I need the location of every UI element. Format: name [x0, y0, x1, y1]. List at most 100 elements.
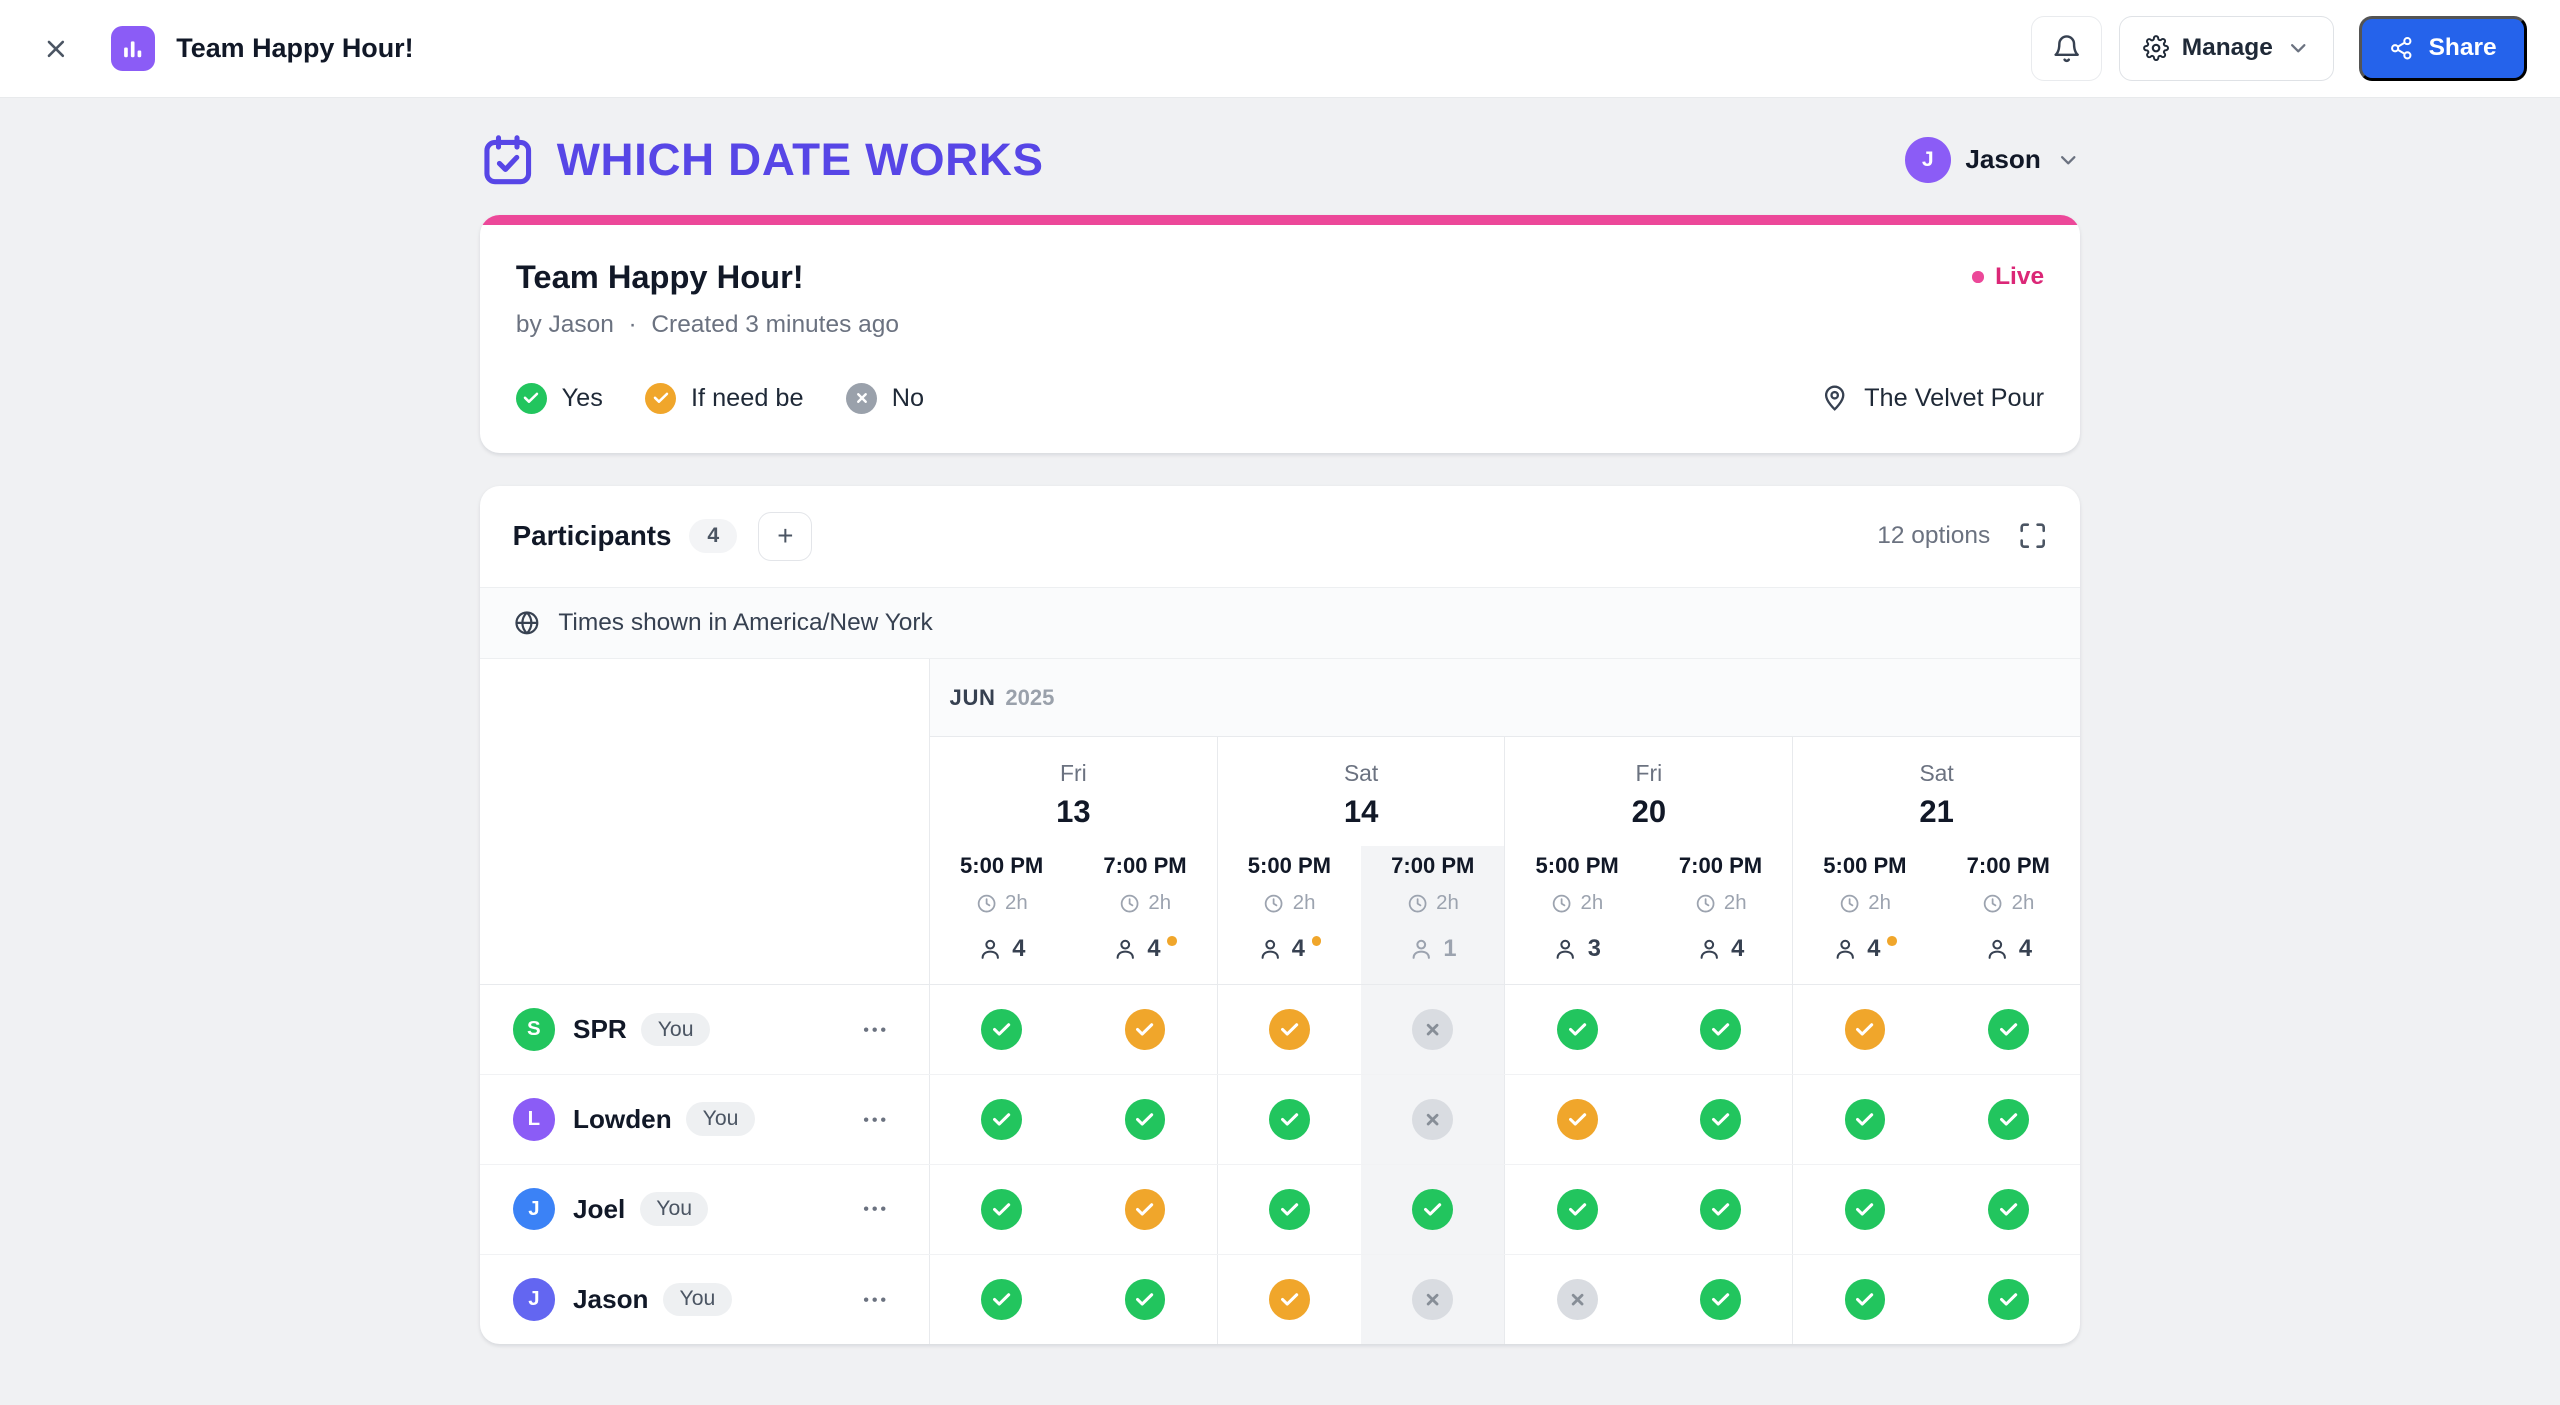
vote-yes-icon	[1988, 1009, 2029, 1050]
share-icon	[2389, 36, 2413, 60]
timeslot-header[interactable]: 5:00 PM 2h 4	[1218, 846, 1361, 984]
row-menu-button[interactable]	[860, 1105, 889, 1134]
timeslot-header[interactable]: 5:00 PM 2h 4	[930, 846, 1073, 984]
row-menu-button[interactable]	[860, 1015, 889, 1044]
vote-cell[interactable]	[930, 1255, 1073, 1345]
vote-maybe-icon	[1269, 1009, 1310, 1050]
vote-cell[interactable]	[1361, 1165, 1505, 1254]
timeslot-header[interactable]: 7:00 PM 2h 1	[1361, 846, 1505, 984]
slot-duration: 2h	[1407, 892, 1459, 915]
vote-cell[interactable]	[930, 1075, 1073, 1164]
vote-no-icon	[1557, 1279, 1598, 1320]
vote-cell[interactable]	[1649, 1075, 1793, 1164]
vote-no-icon	[1412, 1009, 1453, 1050]
timeslot-header-row: 5:00 PM 2h 4 7:00 PM 2h 4 5:00 PM 2h	[480, 846, 2080, 985]
vote-yes-icon	[1557, 1189, 1598, 1230]
expand-icon[interactable]	[2018, 521, 2047, 550]
vote-cell[interactable]	[1937, 985, 2080, 1074]
vote-cell[interactable]	[1361, 1255, 1505, 1345]
live-status-badge: Live	[1972, 258, 2044, 291]
participant-row: S SPR You	[480, 985, 2080, 1075]
vote-cell[interactable]	[1218, 1165, 1361, 1254]
window-title: Team Happy Hour!	[176, 33, 413, 64]
vote-cell[interactable]	[1937, 1255, 2080, 1345]
clock-icon	[1551, 893, 1572, 914]
vote-cell[interactable]	[1073, 1075, 1217, 1164]
row-menu-button[interactable]	[860, 1194, 889, 1223]
you-badge: You	[663, 1283, 731, 1317]
vote-cell[interactable]	[1649, 985, 1793, 1074]
globe-icon	[513, 609, 541, 637]
vote-cell[interactable]	[1505, 1165, 1648, 1254]
vote-yes-icon	[1845, 1099, 1886, 1140]
vote-cell[interactable]	[1505, 985, 1648, 1074]
clock-icon	[1839, 893, 1860, 914]
vote-maybe-icon	[1845, 1009, 1886, 1050]
vote-cell[interactable]	[1505, 1075, 1648, 1164]
participants-count-badge: 4	[689, 519, 737, 553]
add-participant-button[interactable]: +	[758, 512, 812, 561]
brand: WHICH DATE WORKS	[480, 132, 1044, 188]
legend-no: No	[846, 383, 924, 414]
close-icon[interactable]	[33, 26, 79, 72]
vote-cell[interactable]	[1218, 1255, 1361, 1345]
year-label: 2025	[1005, 685, 1054, 711]
vote-cell[interactable]	[1649, 1255, 1793, 1345]
legend-yes-label: Yes	[562, 384, 603, 413]
vote-cell[interactable]	[930, 985, 1073, 1074]
vote-cell[interactable]	[1218, 985, 1361, 1074]
vote-cell[interactable]	[930, 1165, 1073, 1254]
participant-name: SPR	[573, 1014, 627, 1045]
vote-cell[interactable]	[1361, 1075, 1505, 1164]
person-icon	[1258, 937, 1282, 961]
vote-cell[interactable]	[1793, 1075, 1936, 1164]
vote-cell[interactable]	[1073, 985, 1217, 1074]
clock-icon	[1263, 893, 1284, 914]
participant-info: L Lowden You	[480, 1075, 929, 1164]
clock-icon	[976, 893, 997, 914]
availability-count: 4	[1258, 936, 1322, 963]
page-header: WHICH DATE WORKS J Jason	[480, 98, 2080, 216]
manage-button[interactable]: Manage	[2119, 16, 2334, 81]
vote-cell[interactable]	[1073, 1165, 1217, 1254]
vote-yes-icon	[1700, 1009, 1741, 1050]
vote-cell[interactable]	[1649, 1165, 1793, 1254]
chevron-down-icon	[2056, 148, 2080, 172]
participant-info: S SPR You	[480, 985, 929, 1074]
vote-yes-icon	[981, 1009, 1022, 1050]
vote-yes-icon	[1412, 1189, 1453, 1230]
person-icon	[978, 937, 1002, 961]
vote-yes-icon	[981, 1279, 1022, 1320]
clock-icon	[1982, 893, 2003, 914]
vote-cell[interactable]	[1218, 1075, 1361, 1164]
legend-maybe-label: If need be	[691, 384, 804, 413]
slot-duration: 2h	[1263, 892, 1315, 915]
app-icon	[111, 26, 155, 70]
ellipsis-icon	[860, 1194, 889, 1223]
day-header: Sat 14	[1218, 737, 1506, 846]
topbar-actions: Manage Share	[2031, 16, 2528, 81]
page: WHICH DATE WORKS J Jason Team Happy Hour…	[0, 98, 2560, 1405]
vote-cell[interactable]	[1937, 1165, 2080, 1254]
timeslot-header[interactable]: 5:00 PM 2h 4	[1793, 846, 1936, 984]
person-icon	[1985, 937, 2009, 961]
participant-info: J Jason You	[480, 1255, 929, 1345]
vote-cell[interactable]	[1793, 985, 1936, 1074]
live-dot-icon	[1972, 271, 1983, 282]
timeslot-header[interactable]: 5:00 PM 2h 3	[1505, 846, 1648, 984]
vote-cell[interactable]	[1793, 1165, 1936, 1254]
vote-cell[interactable]	[1793, 1255, 1936, 1345]
user-menu[interactable]: J Jason	[1905, 137, 2080, 183]
vote-cell[interactable]	[1937, 1075, 2080, 1164]
row-menu-button[interactable]	[860, 1285, 889, 1314]
share-button[interactable]: Share	[2359, 16, 2528, 81]
timeslot-header[interactable]: 7:00 PM 2h 4	[1649, 846, 1793, 984]
vote-cell[interactable]	[1073, 1255, 1217, 1345]
vote-yes-icon	[1700, 1099, 1741, 1140]
timeslot-header[interactable]: 7:00 PM 2h 4	[1073, 846, 1217, 984]
vote-cell[interactable]	[1505, 1255, 1648, 1345]
timeslot-header[interactable]: 7:00 PM 2h 4	[1937, 846, 2080, 984]
notifications-button[interactable]	[2031, 16, 2103, 81]
avatar: J	[513, 1278, 555, 1320]
vote-cell[interactable]	[1361, 985, 1505, 1074]
